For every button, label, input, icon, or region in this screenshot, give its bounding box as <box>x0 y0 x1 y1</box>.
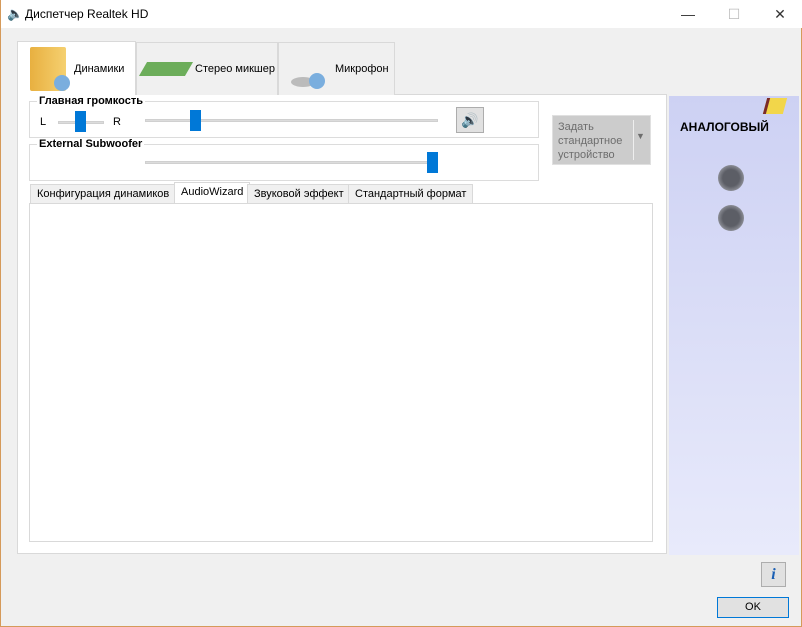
balance-left-label: L <box>40 116 47 128</box>
speaker-icon: 🔈 <box>7 6 24 21</box>
main-volume-label: Главная громкость <box>37 95 146 107</box>
minimize-button[interactable]: — <box>665 0 711 28</box>
analog-label: АНАЛОГОВЫЙ <box>680 120 769 134</box>
info-button[interactable]: i <box>761 562 786 587</box>
folder-icon[interactable] <box>762 98 788 114</box>
subtab-sound-effect[interactable]: Звуковой эффект <box>247 184 351 204</box>
subwoofer-slider-thumb[interactable] <box>427 152 438 173</box>
subwoofer-slider-track[interactable] <box>145 161 438 164</box>
ok-button[interactable]: OK <box>717 597 789 618</box>
speakers-icon <box>30 47 70 91</box>
tab-label: Динамики <box>74 63 125 75</box>
audio-jack-2[interactable] <box>718 205 744 231</box>
close-button[interactable]: ✕ <box>757 0 802 28</box>
microphone-icon <box>289 49 329 89</box>
maximize-button[interactable]: ☐ <box>711 0 757 28</box>
chevron-down-icon[interactable]: ▼ <box>636 131 645 141</box>
tab-microphone[interactable]: Микрофон <box>278 42 395 95</box>
subtab-speaker-config[interactable]: Конфигурация динамиков <box>30 184 177 204</box>
main-volume-slider-track[interactable] <box>145 119 438 122</box>
balance-slider-thumb[interactable] <box>75 111 86 132</box>
set-default-device-button[interactable]: Задать стандартное устройство ▼ <box>552 115 651 165</box>
subtab-audiowizard[interactable]: AudioWizard <box>174 182 251 204</box>
info-icon: i <box>771 566 776 583</box>
volume-icon: 🔊 <box>461 112 479 128</box>
sound-card-icon <box>138 62 194 76</box>
window-title: Диспетчер Realtek HD <box>25 7 149 21</box>
tab-speakers[interactable]: Динамики <box>17 41 136 96</box>
mute-button[interactable]: 🔊 <box>456 107 484 133</box>
tab-label: Стерео микшер <box>195 63 275 75</box>
balance-right-label: R <box>113 116 121 128</box>
audio-jack-1[interactable] <box>718 165 744 191</box>
title-bar: 🔈 Диспетчер Realtek HD — ☐ ✕ <box>1 0 802 28</box>
main-volume-slider-thumb[interactable] <box>190 110 201 131</box>
connector-panel: АНАЛОГОВЫЙ <box>669 96 799 555</box>
set-default-device-label: Задать стандартное устройство <box>558 121 623 161</box>
tab-stereo-mixer[interactable]: Стерео микшер <box>136 42 278 95</box>
tab-label: Микрофон <box>335 63 389 75</box>
subwoofer-label: External Subwoofer <box>37 138 145 150</box>
subtab-default-format[interactable]: Стандартный формат <box>348 184 474 204</box>
audiowizard-content <box>29 203 653 542</box>
